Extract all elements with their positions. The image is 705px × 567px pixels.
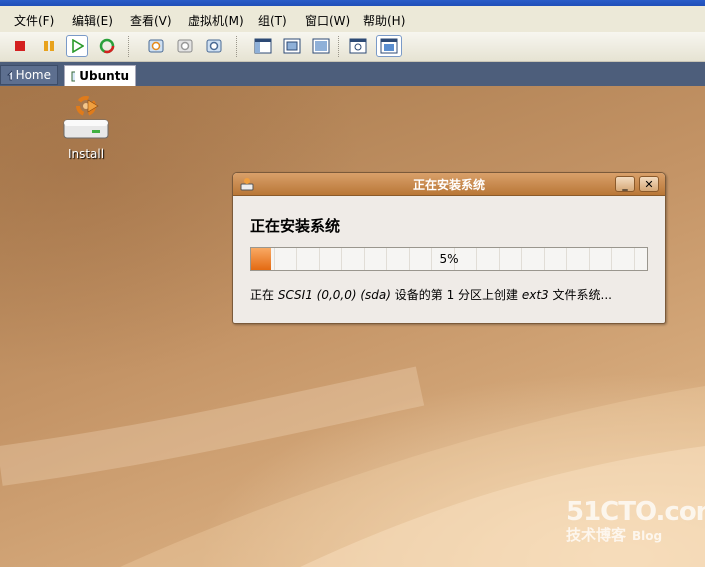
summary-icon [349,38,367,54]
install-icon-label: Install [67,147,105,161]
watermark-blog: Blog [632,529,663,543]
install-progress-dialog: 正在安装系统 _ ✕ 正在安装系统 5% 正在 SCSI1 (0,0,0) (s… [232,172,666,324]
toolbar-separator [128,36,129,57]
status-device: SCSI1 (0,0,0) (sda) [277,288,391,302]
dialog-title: 正在安装系统 [412,178,485,192]
tab-home-label: Home [15,68,51,82]
menu-window[interactable]: 窗口(W) [305,12,350,29]
home-icon [7,70,12,81]
summary-button[interactable] [347,35,369,57]
status-filesystem: ext3 [521,288,549,302]
sidebar-icon [254,38,272,54]
menu-view[interactable]: 查看(V) [130,12,172,29]
status-middle: 设备的第 1 分区上创建 [390,288,522,302]
watermark-site: 51CTO.com [566,497,705,527]
install-status-text: 正在 SCSI1 (0,0,0) (sda) 设备的第 1 分区上创建 ext3… [250,286,612,303]
tab-bar: Home Ubuntu [0,62,705,86]
reset-icon [99,38,115,54]
status-prefix: 正在 [250,288,278,302]
toolbar [0,32,705,62]
snapshot-icon [148,39,164,53]
reset-button[interactable] [96,35,118,57]
play-button[interactable] [66,35,88,57]
progress-percent: 5% [439,252,459,266]
menu-help[interactable]: 帮助(H) [363,12,405,29]
menu-bar: 文件(F) 编辑(E) 查看(V) 虚拟机(M) 组(T) 窗口(W) 帮助(H… [0,6,705,33]
close-button[interactable]: ✕ [639,176,659,192]
pause-icon [44,41,54,51]
watermark-tagline-text: 技术博客 [566,526,627,544]
toolbar-separator [338,36,339,57]
stop-button[interactable] [9,35,31,57]
install-progress-bar: 5% [250,247,648,271]
dialog-titlebar[interactable]: 正在安装系统 _ ✕ [233,173,665,196]
menu-edit[interactable]: 编辑(E) [72,12,113,29]
status-suffix: 文件系统... [548,288,612,302]
pause-button[interactable] [38,35,60,57]
tab-ubuntu-label: Ubuntu [79,69,129,83]
minimize-button[interactable]: _ [615,176,635,192]
console-button[interactable] [376,35,402,57]
install-drive-icon [63,96,109,139]
toolbar-separator [236,36,237,57]
snapshot-manager-icon [206,39,222,53]
console-icon [380,38,398,54]
fullscreen-icon [312,38,330,54]
fullscreen-button[interactable] [310,35,332,57]
quick-switch-icon [283,38,301,54]
menu-team[interactable]: 组(T) [258,12,287,29]
tab-home[interactable]: Home [0,65,58,85]
revert-snapshot-icon [177,39,193,53]
tab-ubuntu[interactable]: Ubuntu [64,65,136,86]
stop-icon [15,41,25,51]
menu-file[interactable]: 文件(F) [14,12,54,29]
watermark-tagline: 技术博客 Blog [566,524,705,545]
snapshot-button[interactable] [145,35,167,57]
sidebar-button[interactable] [252,35,274,57]
quick-switch-button[interactable] [281,35,303,57]
revert-snapshot-button[interactable] [174,35,196,57]
install-desktop-icon[interactable]: Install [58,96,114,161]
snapshot-manager-button[interactable] [203,35,225,57]
dialog-heading: 正在安装系统 [250,217,341,235]
play-icon [72,39,84,53]
watermark: 51CTO.com 技术博客 Blog [566,497,705,545]
vm-icon [71,71,76,82]
menu-vm[interactable]: 虚拟机(M) [188,12,244,29]
